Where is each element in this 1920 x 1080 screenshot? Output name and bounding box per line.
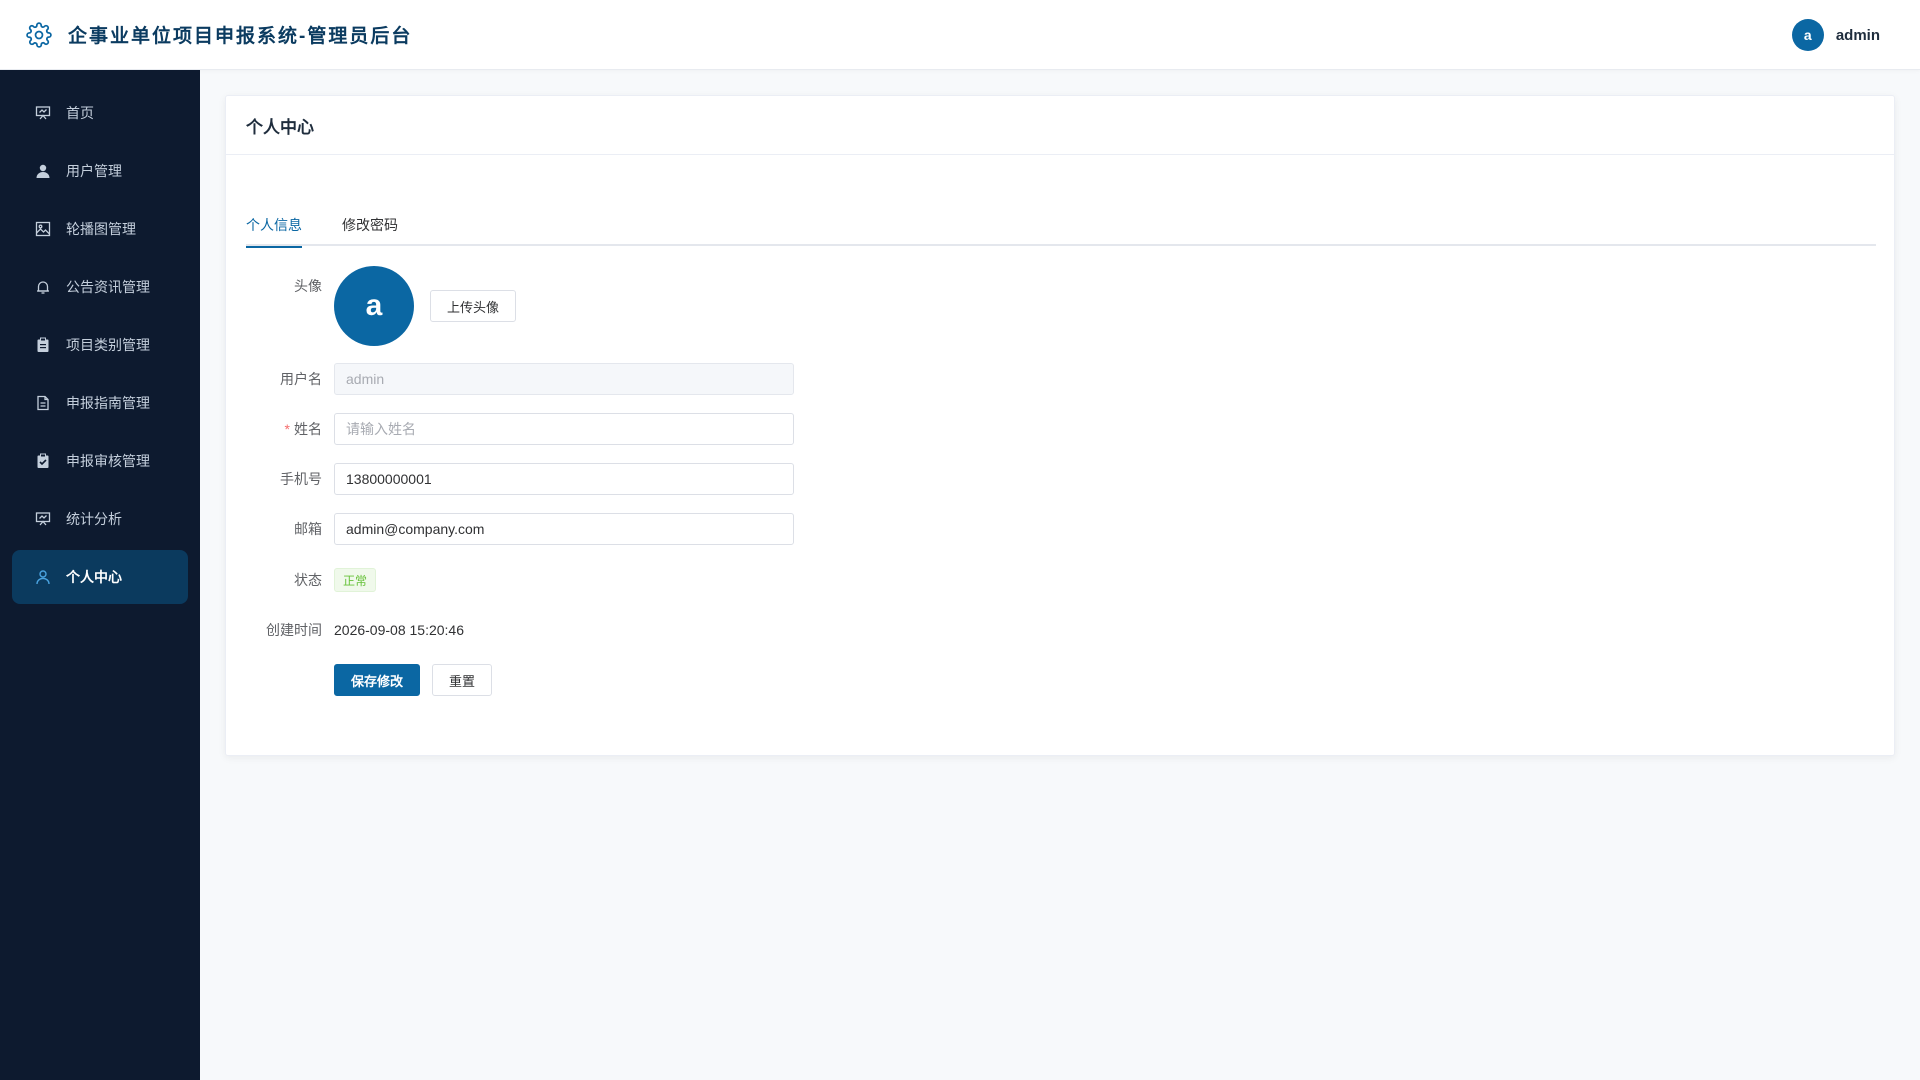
- sidebar-item-label: 公告资讯管理: [66, 279, 150, 295]
- created-row: 创建时间 2026-09-08 15:20:46: [226, 614, 1026, 646]
- user-menu[interactable]: a admin: [1791, 0, 1880, 70]
- sidebar-item-label: 轮播图管理: [66, 221, 136, 237]
- created-label: 创建时间: [266, 622, 322, 638]
- image-icon: [34, 220, 52, 238]
- created-value: 2026-09-08 15:20:46: [334, 622, 464, 638]
- username-label[interactable]: admin: [1836, 27, 1880, 44]
- sidebar-item-profile[interactable]: 个人中心: [12, 550, 188, 604]
- sidebar-item-label: 申报指南管理: [66, 395, 150, 411]
- phone-label: 手机号: [280, 471, 322, 487]
- sidebar-item-carousel[interactable]: 轮播图管理: [12, 202, 188, 256]
- avatar-label: 头像: [294, 278, 322, 294]
- status-label: 状态: [294, 572, 322, 588]
- gear-icon: [26, 21, 52, 48]
- user-avatar[interactable]: a: [1791, 19, 1824, 51]
- clipboard-check-icon: [34, 452, 52, 470]
- profile-avatar: a: [334, 266, 414, 346]
- phone-input[interactable]: [334, 463, 794, 495]
- page-title: 个人中心: [226, 96, 1894, 155]
- profile-card: 个人中心 个人信息 修改密码 头像 a 上传头像 用户名 *姓名: [225, 95, 1895, 756]
- user-icon: [34, 162, 52, 180]
- chart-board-icon: [34, 104, 52, 122]
- sidebar-item-label: 统计分析: [66, 511, 122, 527]
- avatar-row: 头像 a 上传头像: [226, 266, 1026, 346]
- name-label: * 姓名: [284, 421, 322, 437]
- username-label: 用户名: [280, 371, 322, 387]
- sidebar: 首页 用户管理 轮播图管理 公告资讯管理 项目类别管理 申报指南管理 申报审核管…: [0, 70, 200, 1080]
- save-button[interactable]: 保存修改: [334, 664, 421, 696]
- status-row: 状态 正常: [226, 564, 1026, 596]
- clipboard-icon: [34, 336, 52, 354]
- name-row: * 姓名: [226, 413, 1026, 445]
- sidebar-item-label: 个人中心: [66, 569, 122, 585]
- required-mark: *: [284, 421, 290, 437]
- sidebar-item-home[interactable]: 首页: [12, 86, 188, 140]
- sidebar-item-announcements[interactable]: 公告资讯管理: [12, 260, 188, 314]
- chart-board-icon: [34, 510, 52, 528]
- phone-row: 手机号: [226, 463, 1026, 495]
- app-title: 企事业单位项目申报系统-管理员后台: [68, 26, 413, 47]
- sidebar-item-review[interactable]: 申报审核管理: [12, 434, 188, 488]
- tab-change-password[interactable]: 修改密码: [342, 204, 398, 246]
- sidebar-item-guidelines[interactable]: 申报指南管理: [12, 376, 188, 430]
- sidebar-item-project-categories[interactable]: 项目类别管理: [12, 318, 188, 372]
- upload-avatar-button[interactable]: 上传头像: [430, 290, 517, 322]
- sidebar-item-label: 项目类别管理: [66, 337, 150, 353]
- username-input: [334, 363, 794, 395]
- status-badge: 正常: [334, 568, 377, 592]
- name-input[interactable]: [334, 413, 794, 445]
- username-row: 用户名: [226, 363, 1026, 395]
- profile-tabs: 个人信息 修改密码: [246, 204, 1876, 248]
- email-row: 邮箱: [226, 513, 1026, 545]
- sidebar-item-statistics[interactable]: 统计分析: [12, 492, 188, 546]
- document-icon: [34, 394, 52, 412]
- reset-button[interactable]: 重置: [432, 664, 493, 696]
- form-actions: 保存修改 重置: [226, 664, 1026, 696]
- top-header: 企事业单位项目申报系统-管理员后台 a admin: [0, 0, 1920, 70]
- tab-personal-info[interactable]: 个人信息: [246, 204, 302, 248]
- user-outline-icon: [34, 568, 52, 586]
- sidebar-item-users[interactable]: 用户管理: [12, 144, 188, 198]
- bell-icon: [34, 278, 52, 296]
- sidebar-item-label: 用户管理: [66, 163, 122, 179]
- sidebar-item-label: 申报审核管理: [66, 453, 150, 469]
- email-input[interactable]: [334, 513, 794, 545]
- sidebar-item-label: 首页: [66, 105, 94, 121]
- email-label: 邮箱: [294, 521, 322, 537]
